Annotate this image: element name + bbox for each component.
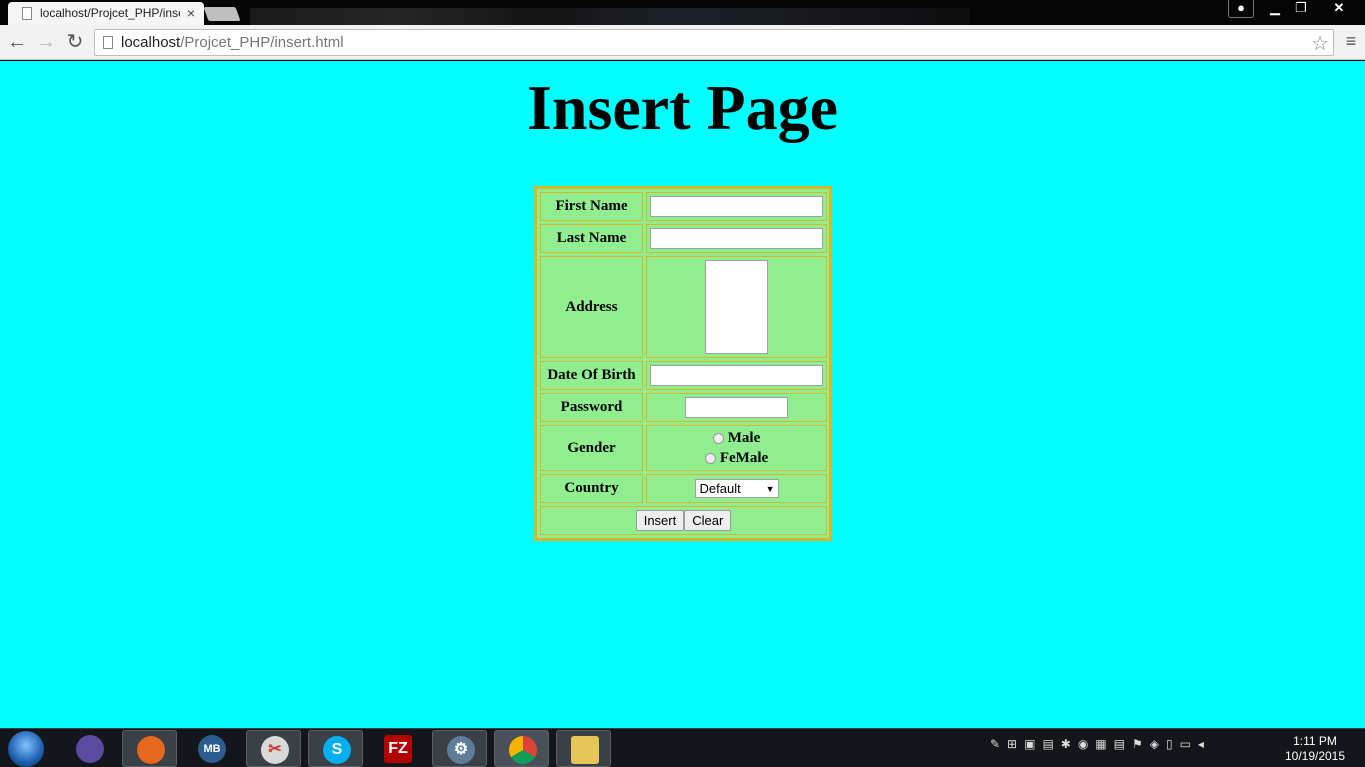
taskbar-firefox[interactable] bbox=[122, 730, 177, 767]
windows-taskbar: MB ✂ S FZ ⚙ ✎⊞▣▤✱◉▦▤⚑◈▯▭◂ 1:11 PM 10/19/… bbox=[0, 728, 1365, 767]
country-cell: Default ▼ bbox=[646, 474, 827, 503]
system-tray[interactable]: ✎⊞▣▤✱◉▦▤⚑◈▯▭◂ bbox=[990, 737, 1280, 759]
gender-option-male[interactable]: Male bbox=[712, 428, 761, 448]
female-radio[interactable] bbox=[704, 452, 716, 464]
dob-label: Date Of Birth bbox=[540, 361, 643, 390]
new-tab-button[interactable] bbox=[203, 7, 241, 21]
back-arrow-icon[interactable]: ← bbox=[6, 31, 28, 53]
bookmark-star-icon[interactable]: ☆ bbox=[1311, 31, 1329, 56]
first-name-cell bbox=[646, 192, 827, 221]
dob-cell bbox=[646, 361, 827, 390]
address-bar[interactable]: localhost/Projcet_PHP/insert.html ☆ bbox=[94, 29, 1334, 56]
gender-option-female[interactable]: FeMale bbox=[704, 448, 769, 468]
password-input[interactable] bbox=[685, 397, 788, 418]
browser-toolbar: ← → ↻ localhost/Projcet_PHP/insert.html … bbox=[0, 25, 1365, 60]
explorer-icon bbox=[571, 736, 599, 764]
first-name-input[interactable] bbox=[650, 196, 823, 217]
url-host: localhost bbox=[121, 34, 181, 51]
last-name-input[interactable] bbox=[650, 228, 823, 249]
dob-input[interactable] bbox=[650, 365, 823, 386]
clock-time: 1:11 PM bbox=[1293, 734, 1337, 748]
tab-close-icon[interactable]: × bbox=[184, 5, 198, 21]
taskbar-mb[interactable]: MB bbox=[184, 730, 239, 767]
insert-form-table: First Name Last Name Address Date Of Bir… bbox=[534, 186, 832, 541]
address-cell bbox=[646, 256, 827, 358]
country-select[interactable]: Default ▼ bbox=[694, 479, 779, 498]
page-content: Insert Page First Name Last Name Address… bbox=[0, 61, 1365, 728]
page-icon bbox=[103, 36, 113, 49]
blurred-background bbox=[250, 8, 970, 25]
taskbar-explorer[interactable] bbox=[556, 730, 611, 767]
clear-button[interactable]: Clear bbox=[684, 510, 732, 531]
forward-arrow-icon[interactable]: → bbox=[35, 31, 57, 53]
last-name-label: Last Name bbox=[540, 224, 643, 253]
taskbar-tool[interactable]: ⚙ bbox=[432, 730, 487, 767]
dropdown-arrow-icon: ▼ bbox=[765, 483, 775, 494]
country-selected-value: Default bbox=[699, 481, 741, 496]
url-text: localhost/Projcet_PHP/insert.html bbox=[121, 34, 344, 51]
last-name-cell bbox=[646, 224, 827, 253]
taskbar-clock[interactable]: 1:11 PM 10/19/2015 bbox=[1282, 734, 1348, 764]
taskbar-eclipse[interactable] bbox=[62, 730, 117, 767]
address-textarea[interactable] bbox=[705, 260, 768, 354]
gender-label: Gender bbox=[540, 425, 643, 471]
country-label: Country bbox=[540, 474, 643, 503]
tool-icon: ⚙ bbox=[447, 736, 475, 764]
browser-tab[interactable]: localhost/Projcet_PHP/insert.html × bbox=[8, 2, 204, 25]
browser-menu-icon[interactable]: ≡ bbox=[1341, 31, 1361, 53]
chrome-icon bbox=[509, 736, 537, 764]
male-radio[interactable] bbox=[712, 432, 724, 444]
paint-icon: ✂ bbox=[261, 736, 289, 764]
male-label: Male bbox=[727, 430, 761, 446]
restore-button[interactable]: ❐ bbox=[1288, 0, 1314, 18]
eclipse-icon bbox=[76, 735, 104, 763]
taskbar-filezilla[interactable]: FZ bbox=[370, 730, 425, 767]
browser-title-bar: localhost/Projcet_PHP/insert.html × ● ▁ … bbox=[0, 0, 1365, 25]
mb-icon: MB bbox=[198, 735, 226, 763]
address-label: Address bbox=[540, 256, 643, 358]
page-title: Insert Page bbox=[526, 72, 839, 143]
close-window-button[interactable]: ✕ bbox=[1316, 0, 1362, 18]
clock-date: 10/19/2015 bbox=[1284, 749, 1346, 763]
minimize-button[interactable]: ▁ bbox=[1262, 0, 1288, 18]
skype-icon: S bbox=[323, 736, 351, 764]
page-icon bbox=[22, 7, 32, 20]
firefox-icon bbox=[137, 736, 165, 764]
password-label: Password bbox=[540, 393, 643, 422]
taskbar-skype[interactable]: S bbox=[308, 730, 363, 767]
reload-icon[interactable]: ↻ bbox=[64, 31, 86, 53]
user-profile-icon[interactable]: ● bbox=[1228, 0, 1254, 18]
insert-button[interactable]: Insert bbox=[635, 510, 685, 531]
url-path: /Projcet_PHP/insert.html bbox=[180, 34, 344, 51]
first-name-label: First Name bbox=[540, 192, 643, 221]
taskbar-paint[interactable]: ✂ bbox=[246, 730, 301, 767]
filezilla-icon: FZ bbox=[384, 735, 412, 763]
start-button-icon[interactable] bbox=[8, 731, 44, 767]
taskbar-chrome[interactable] bbox=[494, 730, 549, 767]
password-cell bbox=[646, 393, 827, 422]
button-row: Insert Clear bbox=[540, 506, 827, 535]
female-label: FeMale bbox=[719, 450, 769, 466]
gender-cell: Male FeMale bbox=[646, 425, 827, 471]
tab-title: localhost/Projcet_PHP/insert.html bbox=[40, 6, 180, 20]
